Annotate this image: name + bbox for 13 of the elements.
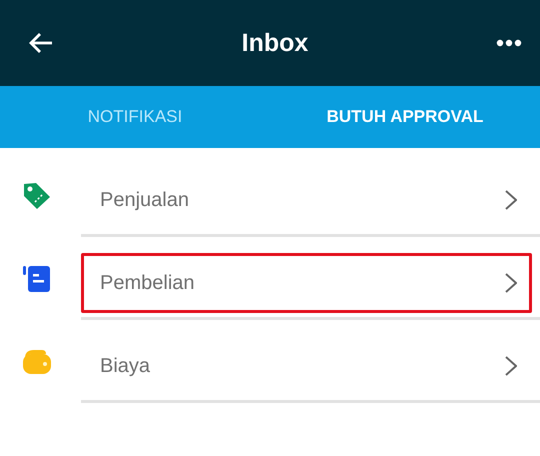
menu-item[interactable]: Penjualan [81, 170, 532, 230]
tab[interactable]: BUTUH APPROVAL [270, 86, 540, 148]
document-icon [22, 264, 50, 292]
chevron-right-icon [505, 273, 517, 293]
more-icon [496, 39, 522, 47]
window-title: Inbox [242, 28, 308, 58]
menu-item[interactable]: Biaya [81, 336, 532, 396]
chevron-right-icon [505, 190, 517, 210]
back-arrow-icon [28, 31, 54, 55]
tag-icon [22, 180, 52, 210]
menu-item[interactable]: Pembelian [81, 253, 532, 313]
wallet-icon [22, 348, 52, 376]
chevron-right-icon [505, 356, 517, 376]
